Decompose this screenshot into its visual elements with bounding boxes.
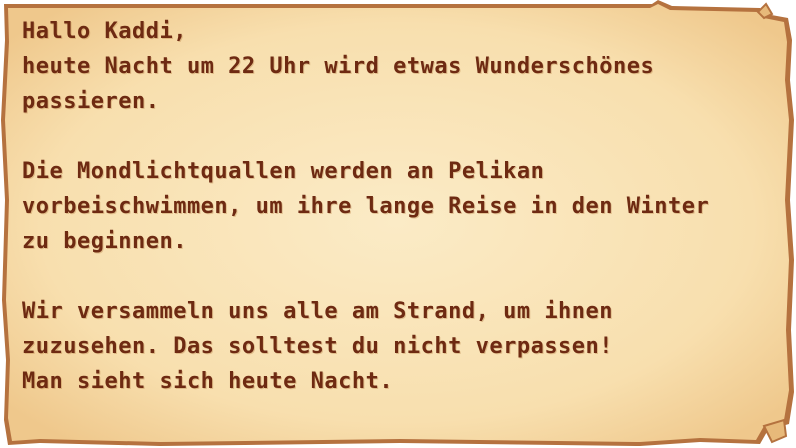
letter-body: Hallo Kaddi, heute Nacht um 22 Uhr wird … <box>22 14 782 399</box>
letter-line: Die Mondlichtquallen werden an Pelikan <box>22 159 545 184</box>
letter-line: Hallo Kaddi, <box>22 19 187 44</box>
letter-line: vorbeischwimmen, um ihre lange Reise in … <box>22 194 710 219</box>
letter-line: passieren. <box>22 89 160 114</box>
letter-line: zu beginnen. <box>22 229 187 254</box>
letter-line: Wir versammeln uns alle am Strand, um ih… <box>22 299 614 324</box>
letter-line: Man sieht sich heute Nacht. <box>22 369 394 394</box>
letter-line: heute Nacht um 22 Uhr wird etwas Wunders… <box>22 54 655 79</box>
letter-window: Hallo Kaddi, heute Nacht um 22 Uhr wird … <box>0 0 796 448</box>
letter-line: zuzusehen. Das solltest du nicht verpass… <box>22 334 614 359</box>
